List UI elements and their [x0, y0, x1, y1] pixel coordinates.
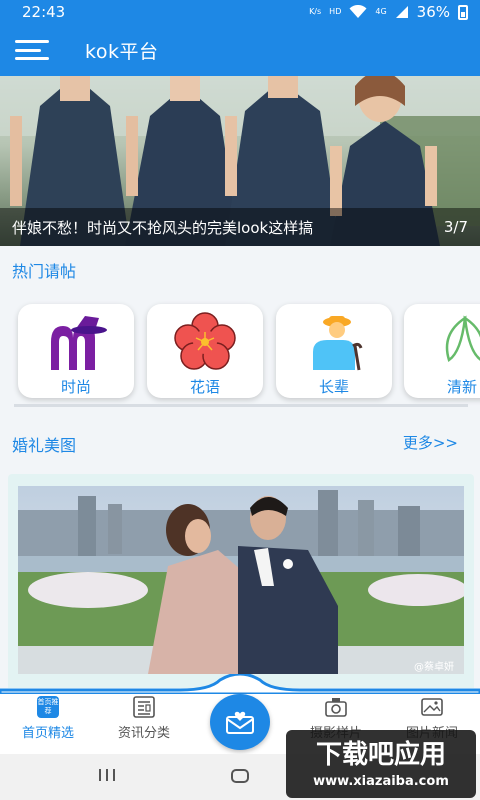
- nav-label: 首页精选: [21, 726, 74, 741]
- home-recommend-icon: 首页推荐: [37, 696, 59, 718]
- banner-carousel[interactable]: 伴娘不愁！时尚又不抢风头的完美look这样搞 3/7: [0, 76, 480, 246]
- hd-badge: HD: [329, 7, 342, 16]
- wedding-photo-card[interactable]: @蔡卓妍: [8, 474, 474, 704]
- app-bar: kok平台: [0, 24, 480, 76]
- watermark-url: www.xiazaiba.com: [313, 774, 449, 789]
- banner-caption: 伴娘不愁！时尚又不抢风头的完美look这样搞 3/7: [0, 208, 480, 246]
- category-label: 时尚: [60, 378, 91, 396]
- category-label: 花语: [189, 378, 220, 396]
- nav-home[interactable]: 首页推荐 首页精选: [0, 696, 96, 741]
- net-speed: K/s: [309, 7, 322, 16]
- category-label: 长辈: [318, 378, 349, 396]
- newspaper-icon: [133, 696, 155, 718]
- category-fashion[interactable]: 时尚: [18, 304, 134, 398]
- signal-type: 4G: [375, 7, 387, 16]
- banner-caption-text: 伴娘不愁！时尚又不抢风头的完美look这样搞: [12, 218, 314, 237]
- category-scrollbar[interactable]: [14, 404, 468, 407]
- category-carousel[interactable]: 时尚 花语 长辈 清新: [0, 296, 480, 406]
- nav-label: 资讯分类: [117, 726, 170, 741]
- site-watermark: 下载吧应用 www.xiazaiba.com: [286, 730, 476, 798]
- nav-news-category[interactable]: 资讯分类: [96, 696, 192, 741]
- signal-icon: [395, 6, 408, 18]
- nav-curve: [0, 674, 480, 694]
- category-label: 清新: [446, 378, 477, 396]
- flower-icon: [174, 312, 236, 370]
- photo-watermark: @蔡卓妍: [414, 662, 454, 673]
- more-link[interactable]: 更多>>: [403, 432, 458, 453]
- camera-icon: [325, 698, 347, 717]
- category-elder[interactable]: 长辈: [276, 304, 392, 398]
- battery-icon: [458, 4, 468, 20]
- center-action-button[interactable]: [210, 694, 270, 750]
- menu-icon[interactable]: [15, 40, 49, 60]
- envelope-heart-icon: [226, 711, 254, 734]
- app-title: kok平台: [85, 40, 159, 63]
- elder-icon: [313, 316, 363, 371]
- status-indicators: K/s HD 4G 36%: [309, 3, 468, 21]
- wifi-icon: [349, 5, 367, 18]
- category-flower[interactable]: 花语: [147, 304, 263, 398]
- wedding-photo: [18, 486, 464, 674]
- recent-apps-icon[interactable]: [98, 768, 116, 782]
- fashion-hat-icon: [51, 316, 107, 370]
- banner-counter: 3/7: [443, 218, 468, 236]
- status-time: 22:43: [22, 3, 66, 21]
- home-button-icon[interactable]: [230, 768, 250, 784]
- watermark-title: 下载吧应用: [315, 740, 446, 770]
- battery-percent: 36%: [416, 3, 450, 21]
- category-fresh[interactable]: 清新: [404, 304, 480, 398]
- hot-section-title: 热门请帖: [12, 262, 77, 281]
- status-bar: 22:43 K/s HD 4G 36%: [0, 0, 480, 24]
- wedding-section-title: 婚礼美图: [12, 436, 77, 455]
- picture-icon: [421, 698, 443, 716]
- leaf-icon: [445, 315, 480, 362]
